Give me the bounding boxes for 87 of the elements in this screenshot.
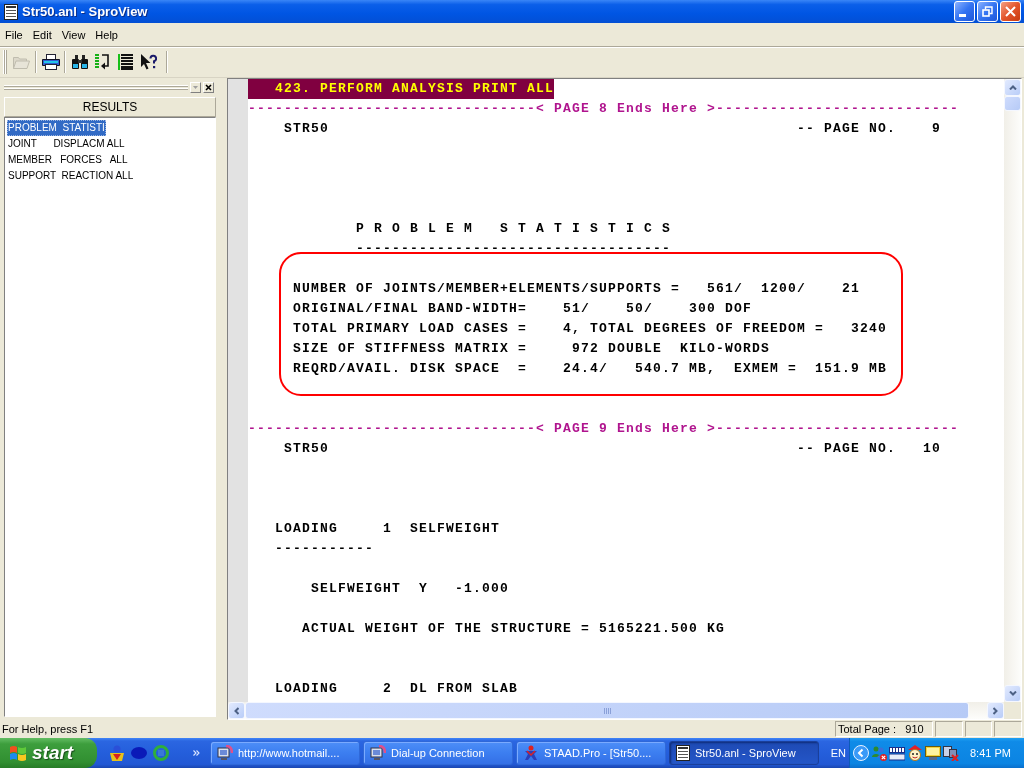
scroll-up-button[interactable] [1004, 79, 1021, 96]
computer-icon[interactable] [943, 745, 959, 761]
restore-icon [982, 6, 993, 17]
ring-icon [153, 745, 169, 761]
caret-icon [193, 86, 198, 89]
grip-icon [603, 707, 611, 714]
menu-item[interactable]: View [56, 25, 91, 44]
chevron-left-icon[interactable] [853, 745, 869, 761]
loading-title: LOADING 2 DL FROM SLAB [275, 680, 519, 698]
scroll-left-button[interactable] [228, 702, 245, 719]
status-pane [935, 721, 963, 737]
menu-item[interactable]: Edit [27, 25, 57, 44]
task-button[interactable]: Dial-up Connection [363, 741, 513, 765]
chevron-up-icon [1008, 85, 1017, 90]
loading-underline: ----------- [275, 540, 374, 558]
section-title: P R O B L E M S T A T I S T I C S [356, 220, 672, 238]
result-item[interactable]: MEMBER FORCES ALL [7, 152, 129, 168]
page-title: STR50 [284, 120, 329, 138]
section-underline: ----------------------------------- [356, 240, 672, 258]
flag-icon [9, 745, 27, 761]
app-icon [4, 3, 18, 20]
clock: 8:41 PM [970, 747, 1011, 759]
panel-close-button[interactable] [203, 82, 214, 93]
dropdown-button[interactable] [190, 82, 201, 93]
minimize-icon [959, 14, 966, 17]
panel-grip-icon [4, 85, 188, 90]
statistics-line: ORIGINAL/FINAL BAND-WIDTH= 51/ 50/ 300 DOF [293, 300, 753, 318]
status-pane [994, 721, 1022, 737]
status-text: For Help, press F1 [2, 723, 94, 735]
results-header[interactable]: RESULTS [4, 97, 216, 117]
more-button[interactable] [193, 750, 200, 756]
monitor-icon [217, 745, 233, 761]
scroll-right-button[interactable] [987, 702, 1004, 719]
oval-icon [131, 747, 147, 759]
close-icon [205, 84, 212, 91]
lines-arrow-icon [95, 54, 110, 70]
restore-button[interactable] [977, 1, 998, 22]
menu-item[interactable]: File [0, 25, 28, 44]
start-button[interactable]: start [0, 738, 97, 768]
quick-launch-button[interactable] [109, 745, 125, 761]
statistics-line: SIZE OF STIFFNESS MATRIX = 972 DOUBLE KILO-WORDS [293, 340, 771, 358]
figure-icon [109, 745, 125, 761]
statistics-line: REQRD/AVAIL. DISK SPACE = 24.4/ 540.7 MB, EXMEM = 151.9 MB [293, 360, 888, 378]
vertical-scrollbar[interactable] [1004, 79, 1021, 702]
chevron-left-icon [234, 706, 239, 715]
chevron-down-icon [1008, 691, 1017, 696]
keyboard-icon[interactable] [889, 745, 905, 761]
chevron-right-icon [993, 706, 998, 715]
page-number: -- PAGE NO. 10 [796, 440, 941, 458]
status-pane [965, 721, 992, 737]
weight-line: ACTUAL WEIGHT OF THE STRUCTURE = 5165221.500 KG [302, 620, 726, 638]
monitor-icon [370, 745, 386, 761]
load-line: SELFWEIGHT Y -1.000 [311, 580, 510, 598]
page-break-line: --------------------------------< PAGE 8 Ends Here >--------------------------- [248, 100, 960, 118]
binoculars-icon [71, 55, 88, 69]
task-button[interactable]: STAAD.Pro - [Str50.... [516, 741, 666, 765]
figure-icon [523, 745, 539, 761]
result-item[interactable]: PROBLEM STATISTI [7, 120, 106, 136]
folder-icon [13, 55, 30, 69]
total-pages: Total Page : 910 [835, 721, 933, 737]
list-icon [118, 54, 133, 70]
toolbar-button[interactable] [39, 51, 62, 73]
menu-item[interactable]: Help [90, 25, 123, 44]
help-cursor-icon [140, 54, 157, 70]
monitor-icon[interactable] [925, 745, 941, 761]
close-button[interactable] [1000, 1, 1021, 22]
scroll-thumb[interactable] [1004, 96, 1021, 111]
minimize-button[interactable] [954, 1, 975, 22]
document-icon [676, 745, 690, 761]
statistics-line: TOTAL PRIMARY LOAD CASES = 4, TOTAL DEGREES OF FREEDOM = 3240 [293, 320, 888, 338]
smiley-icon[interactable] [907, 745, 923, 761]
page-title: STR50 [284, 440, 329, 458]
language-indicator[interactable]: EN [830, 747, 846, 759]
statistics-line: NUMBER OF JOINTS/MEMBER+ELEMENTS/SUPPORTS = 561/ 1200/ 21 [293, 280, 861, 298]
page-number: -- PAGE NO. 9 [796, 120, 941, 138]
result-item[interactable]: JOINT DISPLACM ALL [7, 136, 126, 152]
window-title: Str50.anl - SproView [22, 4, 148, 19]
grip-icon [3, 50, 7, 74]
loading-title: LOADING 1 SELFWEIGHT [275, 520, 501, 538]
result-item[interactable]: SUPPORT REACTION ALL [7, 168, 135, 184]
printer-icon [41, 54, 60, 70]
double-chevron-icon [193, 750, 200, 756]
page-break-line: --------------------------------< PAGE 9 Ends Here >--------------------------- [248, 420, 960, 438]
close-icon [1005, 6, 1016, 17]
task-button[interactable]: Str50.anl - SproView [669, 741, 819, 765]
task-button[interactable]: http://www.hotmail.... [210, 741, 360, 765]
scroll-down-button[interactable] [1004, 685, 1021, 702]
